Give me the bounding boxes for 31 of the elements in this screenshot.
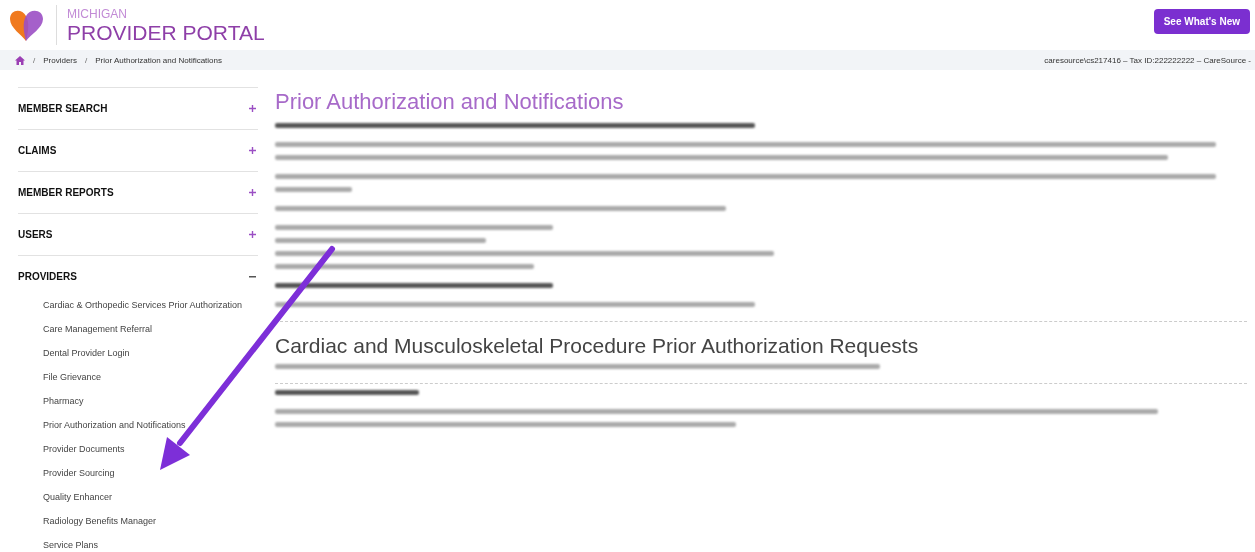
sidebar-link[interactable]: Radiology Benefits Manager	[43, 509, 157, 533]
sidebar-link[interactable]: Service Plans	[43, 533, 99, 552]
plus-icon	[249, 189, 256, 196]
sidebar-link[interactable]: Dental Provider Login	[43, 341, 130, 365]
home-icon[interactable]	[15, 55, 25, 65]
plus-icon	[249, 231, 256, 238]
region-label: MICHIGAN	[67, 7, 128, 20]
account-info: caresource\cs217416 – Tax ID:222222222 – CareSource -	[1044, 55, 1251, 65]
breadcrumb-link[interactable]: Prior Authorization and Notifications	[95, 55, 222, 65]
sidebar-link[interactable]: Quality Enhancer	[43, 485, 113, 509]
sidebar-section-header[interactable]: CLAIMS	[18, 130, 258, 171]
sidebar-section-header[interactable]: MEMBER REPORTS	[18, 172, 258, 213]
sidebar-link[interactable]: File Grievance	[43, 365, 102, 389]
sidebar-link[interactable]: Pharmacy	[43, 389, 84, 413]
sidebar-section-header[interactable]: USERS	[18, 214, 258, 255]
sidebar-link[interactable]: Care Management Referral	[43, 317, 153, 341]
portal-title: PROVIDER PORTAL	[67, 21, 265, 43]
sidebar-section-header[interactable]: MEMBER SEARCH	[18, 88, 258, 129]
breadcrumb-separator: /	[33, 55, 36, 65]
sidebar-link[interactable]: Prior Authorization and Notifications	[43, 413, 186, 437]
plus-icon	[249, 147, 256, 154]
sidebar-link[interactable]: Provider Documents	[43, 437, 125, 461]
minus-icon	[249, 275, 256, 278]
section-heading: Cardiac and Musculoskeletal Procedure Prior Authorization Requests	[275, 334, 920, 358]
heart-logo-icon	[8, 8, 46, 42]
page-title: Prior Authorization and Notifications	[275, 89, 625, 115]
breadcrumb-link[interactable]: Providers	[43, 55, 78, 65]
whats-new-button[interactable]: See What's New	[1153, 8, 1250, 34]
breadcrumb-separator: /	[85, 55, 88, 65]
sidebar-link[interactable]: Provider Sourcing	[43, 461, 115, 485]
plus-icon	[249, 105, 256, 112]
